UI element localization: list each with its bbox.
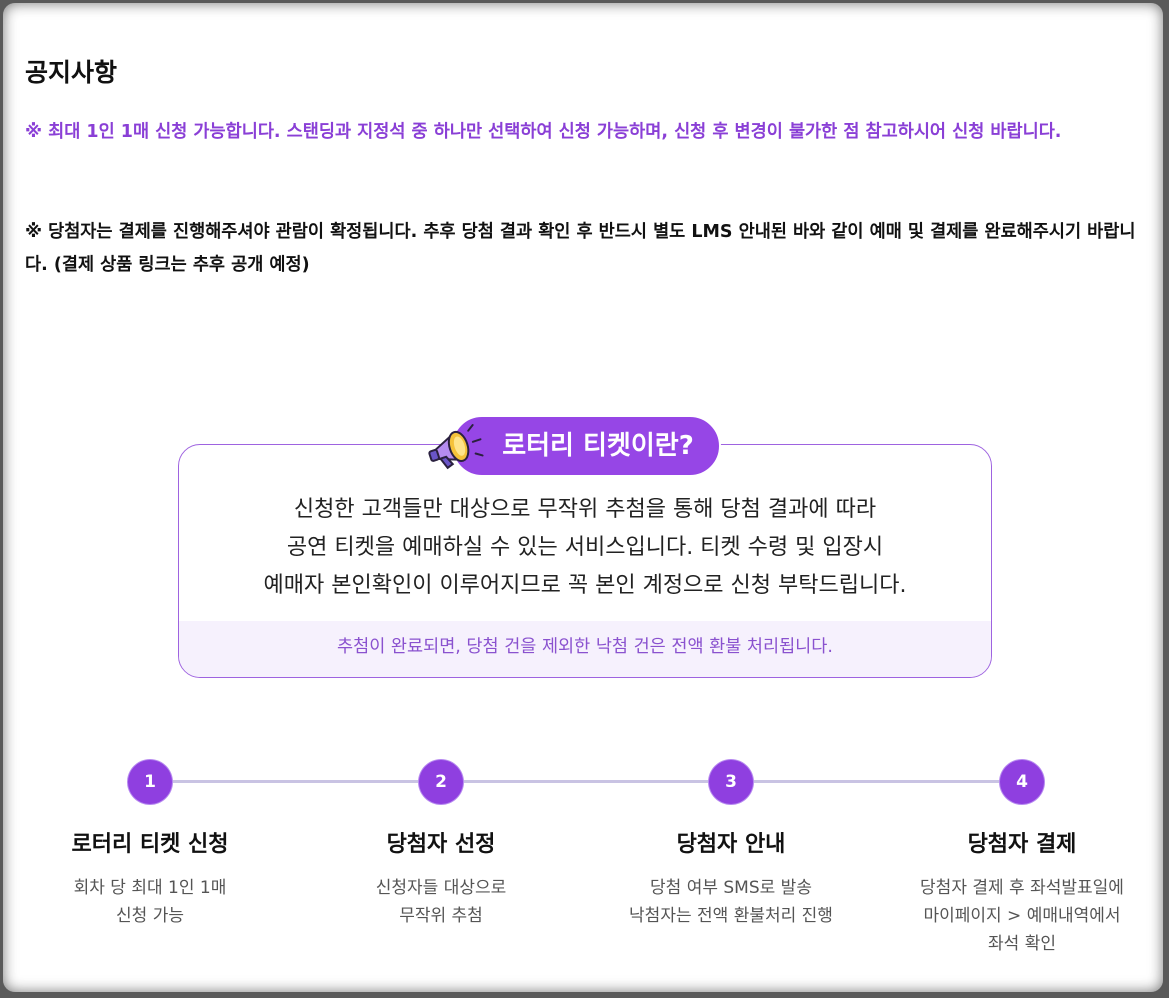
megaphone-icon (428, 424, 484, 470)
step-1: 1 로터리 티켓 신청 회차 당 최대 1인 1매 신청 가능 (20, 760, 280, 930)
step-description-line: 마이페이지 > 예매내역에서 (923, 906, 1121, 926)
step-description: 회차 당 최대 1인 1매 신청 가능 (20, 874, 280, 930)
lottery-footnote: 추첨이 완료되면, 당첨 건을 제외한 낙첨 건은 전액 환불 처리됩니다. (179, 621, 991, 677)
step-description-line: 당첨자 결제 후 좌석발표일에 (920, 878, 1124, 898)
step-description-line: 무작위 추첨 (399, 906, 483, 926)
step-description-line: 신청자들 대상으로 (375, 878, 507, 898)
step-2: 2 당첨자 선정 신청자들 대상으로 무작위 추첨 (311, 760, 571, 930)
step-description: 당첨 여부 SMS로 발송 낙첨자는 전액 환불처리 진행 (601, 874, 861, 930)
step-3: 3 당첨자 안내 당첨 여부 SMS로 발송 낙첨자는 전액 환불처리 진행 (601, 760, 861, 930)
lottery-heading: 로터리 티켓이란? (451, 415, 721, 477)
step-description: 당첨자 결제 후 좌석발표일에 마이페이지 > 예매내역에서 좌석 확인 (892, 874, 1152, 958)
step-description-line: 좌석 확인 (988, 934, 1056, 954)
step-number-badge: 4 (1000, 760, 1044, 804)
step-title: 당첨자 선정 (386, 832, 496, 857)
notice-line-2: ※ 당첨자는 결제를 진행해주셔야 관람이 확정됩니다. 추후 당첨 결과 확인… (25, 222, 1136, 275)
step-title: 당첨자 안내 (676, 832, 786, 857)
step-title: 당첨자 결제 (967, 832, 1077, 857)
step-description-line: 신청 가능 (116, 906, 184, 926)
step-number-badge: 1 (128, 760, 172, 804)
lottery-description-line: 예매자 본인확인이 이루어지므로 꼭 본인 계정으로 신청 부탁드립니다. (263, 573, 907, 598)
lottery-description-line: 신청한 고객들만 대상으로 무작위 추첨을 통해 당첨 결과에 따라 (293, 497, 877, 522)
step-description: 신청자들 대상으로 무작위 추첨 (311, 874, 571, 930)
step-4: 4 당첨자 결제 당첨자 결제 후 좌석발표일에 마이페이지 > 예매내역에서 … (892, 760, 1152, 958)
lottery-description: 신청한 고객들만 대상으로 무작위 추첨을 통해 당첨 결과에 따라 공연 티켓… (179, 491, 991, 605)
notice-line-1: ※ 최대 1인 1매 신청 가능합니다. 스탠딩과 지정석 중 하나만 선택하여… (25, 122, 1062, 142)
step-description-line: 회차 당 최대 1인 1매 (73, 878, 227, 898)
step-number-badge: 3 (709, 760, 753, 804)
step-description-line: 당첨 여부 SMS로 발송 (650, 878, 812, 898)
lottery-description-line: 공연 티켓을 예매하실 수 있는 서비스입니다. 티켓 수령 및 입장시 (286, 535, 884, 560)
step-description-line: 낙첨자는 전액 환불처리 진행 (629, 906, 833, 926)
lottery-info-box: 신청한 고객들만 대상으로 무작위 추첨을 통해 당첨 결과에 따라 공연 티켓… (178, 444, 992, 678)
step-title: 로터리 티켓 신청 (71, 832, 229, 857)
notice-title: 공지사항 (25, 58, 118, 87)
step-number-badge: 2 (419, 760, 463, 804)
